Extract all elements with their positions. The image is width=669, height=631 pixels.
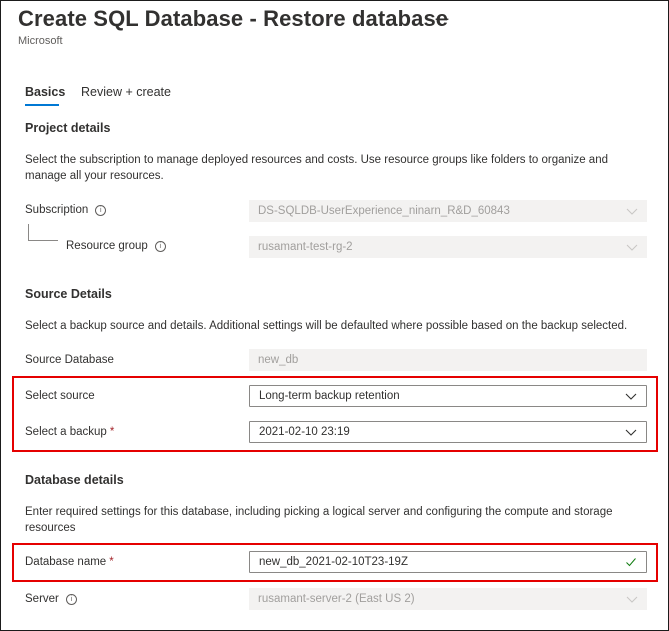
resource-group-select[interactable]: rusamant-test-rg-2 (249, 236, 647, 258)
server-value: rusamant-server-2 (East US 2) (258, 593, 415, 605)
resource-group-value: rusamant-test-rg-2 (258, 241, 353, 253)
project-details-heading: Project details (25, 121, 111, 135)
subscription-label-text: Subscription (25, 204, 89, 216)
required-indicator: * (109, 426, 115, 438)
checkmark-icon (626, 558, 636, 567)
database-name-value: new_db_2021-02-10T23-19Z (259, 556, 408, 568)
source-database-value: new_db (258, 354, 299, 366)
page-title: Create SQL Database - Restore database (18, 6, 449, 31)
select-backup-dropdown[interactable]: 2021-02-10 23:19 (249, 421, 647, 443)
database-details-description: Enter required settings for this databas… (25, 506, 613, 534)
project-details-description: Select the subscription to manage deploy… (25, 154, 608, 182)
tab-basics[interactable]: Basics (25, 85, 65, 99)
server-label-text: Server (25, 593, 59, 605)
server-select[interactable]: rusamant-server-2 (East US 2) (249, 588, 647, 610)
tree-connector-vertical (28, 224, 29, 240)
select-source-dropdown[interactable]: Long-term backup retention (249, 385, 647, 407)
info-icon[interactable]: i (154, 240, 166, 252)
select-backup-value: 2021-02-10 23:19 (259, 426, 350, 438)
database-name-label: Database name * (25, 556, 114, 568)
chevron-down-icon (626, 244, 638, 251)
chevron-down-icon (625, 429, 637, 436)
source-database-field: new_db (249, 349, 647, 371)
subscription-select[interactable]: DS-SQLDB-UserExperience_ninarn_R&D_60843 (249, 200, 647, 222)
publisher-label: Microsoft (18, 35, 63, 47)
database-details-heading: Database details (25, 473, 124, 487)
subscription-label: Subscription i (25, 204, 107, 216)
more-options-button[interactable]: ··· (434, 10, 451, 26)
tab-review-create[interactable]: Review + create (81, 85, 171, 99)
select-source-value: Long-term backup retention (259, 390, 400, 402)
chevron-down-icon (625, 393, 637, 400)
active-tab-indicator (25, 104, 59, 106)
chevron-down-icon (626, 208, 638, 215)
server-label: Server i (25, 593, 77, 605)
select-backup-label: Select a backup * (25, 426, 114, 438)
chevron-down-icon (626, 596, 638, 603)
database-name-input[interactable]: new_db_2021-02-10T23-19Z (249, 551, 647, 573)
source-details-heading: Source Details (25, 287, 112, 301)
resource-group-label-text: Resource group (66, 240, 148, 252)
select-backup-label-text: Select a backup (25, 426, 107, 438)
source-details-description: Select a backup source and details. Addi… (25, 320, 628, 332)
info-icon[interactable]: i (65, 593, 77, 605)
database-name-label-text: Database name (25, 556, 107, 568)
resource-group-label: Resource group i (66, 240, 166, 252)
info-icon[interactable]: i (95, 204, 107, 216)
required-indicator: * (109, 556, 114, 568)
subscription-value: DS-SQLDB-UserExperience_ninarn_R&D_60843 (258, 205, 510, 217)
select-source-label: Select source (25, 390, 95, 402)
source-database-label: Source Database (25, 354, 114, 366)
tree-connector-horizontal (28, 240, 58, 241)
